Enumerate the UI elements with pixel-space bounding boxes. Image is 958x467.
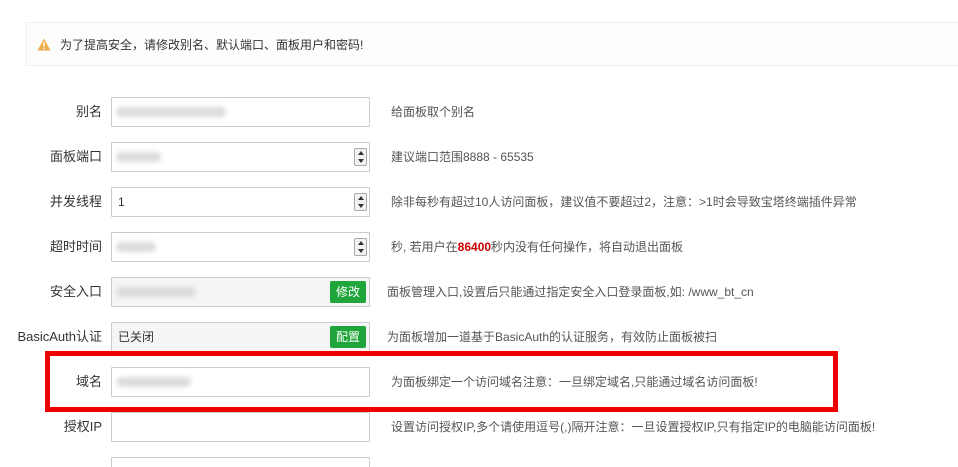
port-label: 面板端口 <box>49 149 102 164</box>
security-warning-banner: 为了提高安全，请修改别名、默认端口、面板用户和密码! <box>26 22 958 66</box>
threads-value: 1 <box>118 195 125 209</box>
basicauth-row: BasicAuth认证 已关闭 配置 为面板增加一道基于BasicAuth的认证… <box>0 322 958 352</box>
security-entry-row: 安全入口 修改 面板管理入口,设置后只能通过指定安全入口登录面板,如: /www… <box>0 277 958 307</box>
auth-ip-desc: 设置访问授权IP,多个请使用逗号(,)隔开注意：一旦设置授权IP,只有指定IP的… <box>391 420 876 434</box>
alias-label: 别名 <box>75 104 102 119</box>
auth-ip-label: 授权IP <box>63 419 102 434</box>
timeout-spinner-icon[interactable] <box>354 238 367 256</box>
domain-highlight-box <box>45 351 838 412</box>
warning-text: 为了提高安全，请修改别名、默认端口、面板用户和密码! <box>60 37 364 52</box>
security-entry-input: 修改 <box>111 277 370 307</box>
timeout-seconds: 86400 <box>457 240 492 254</box>
threads-spinner-icon[interactable] <box>354 193 367 211</box>
alias-desc: 给面板取个别名 <box>391 105 476 119</box>
auth-ip-row: 授权IP 设置访问授权IP,多个请使用逗号(,)隔开注意：一旦设置授权IP,只有… <box>0 412 958 442</box>
security-entry-label: 安全入口 <box>49 284 102 299</box>
timeout-label: 超时时间 <box>49 239 102 254</box>
alias-row: 别名 给面板取个别名 <box>0 97 958 127</box>
threads-label: 并发线程 <box>49 194 102 209</box>
security-entry-desc: 面板管理入口,设置后只能通过指定安全入口登录面板,如: /www_bt_cn <box>387 285 754 299</box>
next-row-input[interactable] <box>111 457 370 467</box>
timeout-input[interactable] <box>111 232 370 262</box>
auth-ip-input[interactable] <box>111 412 370 442</box>
basicauth-value: 已关闭 <box>118 330 155 344</box>
timeout-row: 超时时间 秒, 若用户在86400秒内没有任何操作，将自动退出面板 <box>0 232 958 262</box>
basicauth-input: 已关闭 配置 <box>111 322 370 352</box>
port-row: 面板端口 建议端口范围8888 - 65535 <box>0 142 958 172</box>
redacted-value <box>116 107 226 117</box>
configure-basicauth-button[interactable]: 配置 <box>329 326 366 348</box>
warning-icon <box>37 38 51 50</box>
threads-row: 并发线程 1 除非每秒有超过10人访问面板，建议值不要超过2，注意：>1时会导致… <box>0 187 958 217</box>
basicauth-desc: 为面板增加一道基于BasicAuth的认证服务，有效防止面板被扫 <box>387 330 718 344</box>
redacted-value <box>116 152 161 162</box>
threads-input[interactable]: 1 <box>111 187 370 217</box>
modify-entry-button[interactable]: 修改 <box>329 281 366 303</box>
redacted-value <box>116 287 196 297</box>
port-desc: 建议端口范围8888 - 65535 <box>391 150 534 164</box>
redacted-value <box>116 242 156 252</box>
port-input[interactable] <box>111 142 370 172</box>
timeout-desc: 秒, 若用户在86400秒内没有任何操作，将自动退出面板 <box>391 240 684 254</box>
port-spinner-icon[interactable] <box>354 148 367 166</box>
basicauth-label: BasicAuth认证 <box>17 329 102 344</box>
alias-input[interactable] <box>111 97 370 127</box>
next-row-partial <box>0 457 958 467</box>
threads-desc: 除非每秒有超过10人访问面板，建议值不要超过2，注意：>1时会导致宝塔终端插件异… <box>391 195 857 209</box>
